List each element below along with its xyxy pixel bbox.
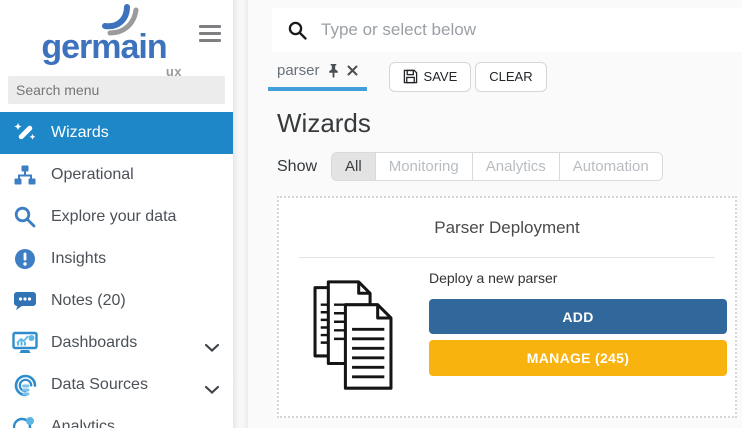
sidebar-item-label: Operational [51, 166, 134, 184]
page-title: Wizards [277, 108, 371, 139]
search-icon [288, 21, 307, 40]
chevron-down-icon[interactable] [205, 381, 219, 399]
main-content: parser SAVE CLEAR [248, 0, 742, 428]
save-button[interactable]: SAVE [389, 62, 472, 92]
tab-parser[interactable]: parser [268, 62, 367, 91]
close-icon[interactable] [347, 65, 358, 76]
filter-analytics[interactable]: Analytics [472, 153, 559, 180]
sidebar-item-dashboards[interactable]: Dashboards [0, 322, 233, 364]
brand-suffix: ux [166, 64, 182, 79]
sidebar-item-data-sources[interactable]: Data Sources [0, 364, 233, 406]
show-label: Show [277, 158, 317, 176]
sidebar-item-label: Notes (20) [51, 292, 126, 310]
dashboard-monitor-icon [12, 330, 38, 356]
chevron-down-icon[interactable] [205, 423, 219, 428]
database-rings-icon [12, 372, 38, 398]
global-search-bar [272, 8, 742, 52]
sidebar-item-label: Data Sources [51, 376, 148, 394]
pin-icon[interactable] [327, 63, 340, 78]
sidebar-item-operational[interactable]: Operational [0, 154, 233, 196]
filter-button-group: All Monitoring Analytics Automation [331, 152, 663, 181]
filter-monitoring[interactable]: Monitoring [375, 153, 472, 180]
card-description: Deploy a new parser [429, 270, 727, 286]
exclamation-circle-icon [12, 246, 38, 272]
sidebar-item-analytics-clipped[interactable]: Analytics [0, 406, 233, 428]
sidebar-item-label: Insights [51, 250, 106, 268]
show-filter-row: Show All Monitoring Analytics Automation [277, 152, 663, 181]
logo-area: germain ux [0, 0, 233, 76]
clear-button[interactable]: CLEAR [475, 62, 546, 92]
parser-deployment-card: Parser Deployment [277, 196, 737, 418]
card-title: Parser Deployment [279, 218, 735, 238]
card-right-column: Deploy a new parser ADD MANAGE (245) [429, 270, 727, 397]
sidebar-item-label: Dashboards [51, 334, 137, 352]
filter-automation[interactable]: Automation [559, 153, 662, 180]
sidebar-item-explore-your-data[interactable]: Explore your data [0, 196, 233, 238]
tab-bar: parser SAVE CLEAR [268, 60, 742, 93]
global-search-input[interactable] [319, 19, 742, 41]
sidebar-item-notes[interactable]: Notes (20) [0, 280, 233, 322]
chevron-down-icon[interactable] [205, 339, 219, 357]
sidebar: germain ux Wizards [0, 0, 233, 428]
manage-button[interactable]: MANAGE (245) [429, 340, 727, 376]
save-button-label: SAVE [424, 69, 458, 84]
filter-all[interactable]: All [332, 153, 375, 180]
chat-bubble-icon [12, 288, 38, 314]
magic-wand-icon [12, 120, 38, 146]
sidebar-menu: Wizards Operational Explore your dat [0, 112, 233, 428]
documents-icon [309, 280, 401, 397]
sidebar-search-input[interactable] [8, 76, 225, 104]
sidebar-item-label: Explore your data [51, 208, 176, 226]
sidebar-item-wizards[interactable]: Wizards [0, 112, 233, 154]
add-button[interactable]: ADD [429, 299, 727, 334]
search-icon [12, 204, 38, 230]
sidebar-scrollbar[interactable] [233, 0, 248, 428]
clear-button-label: CLEAR [489, 69, 532, 84]
floppy-disk-icon [403, 69, 418, 84]
sidebar-item-label: Analytics [51, 418, 115, 428]
tab-label: parser [277, 62, 320, 79]
brand-name: germain [41, 28, 166, 66]
analytics-icon [12, 414, 38, 428]
sitemap-icon [12, 162, 38, 188]
germain-logo: germain ux [24, 16, 184, 50]
card-body: Deploy a new parser ADD MANAGE (245) [279, 258, 735, 397]
sidebar-item-insights[interactable]: Insights [0, 238, 233, 280]
sidebar-item-label: Wizards [51, 124, 109, 142]
hamburger-menu-icon[interactable] [199, 25, 223, 46]
